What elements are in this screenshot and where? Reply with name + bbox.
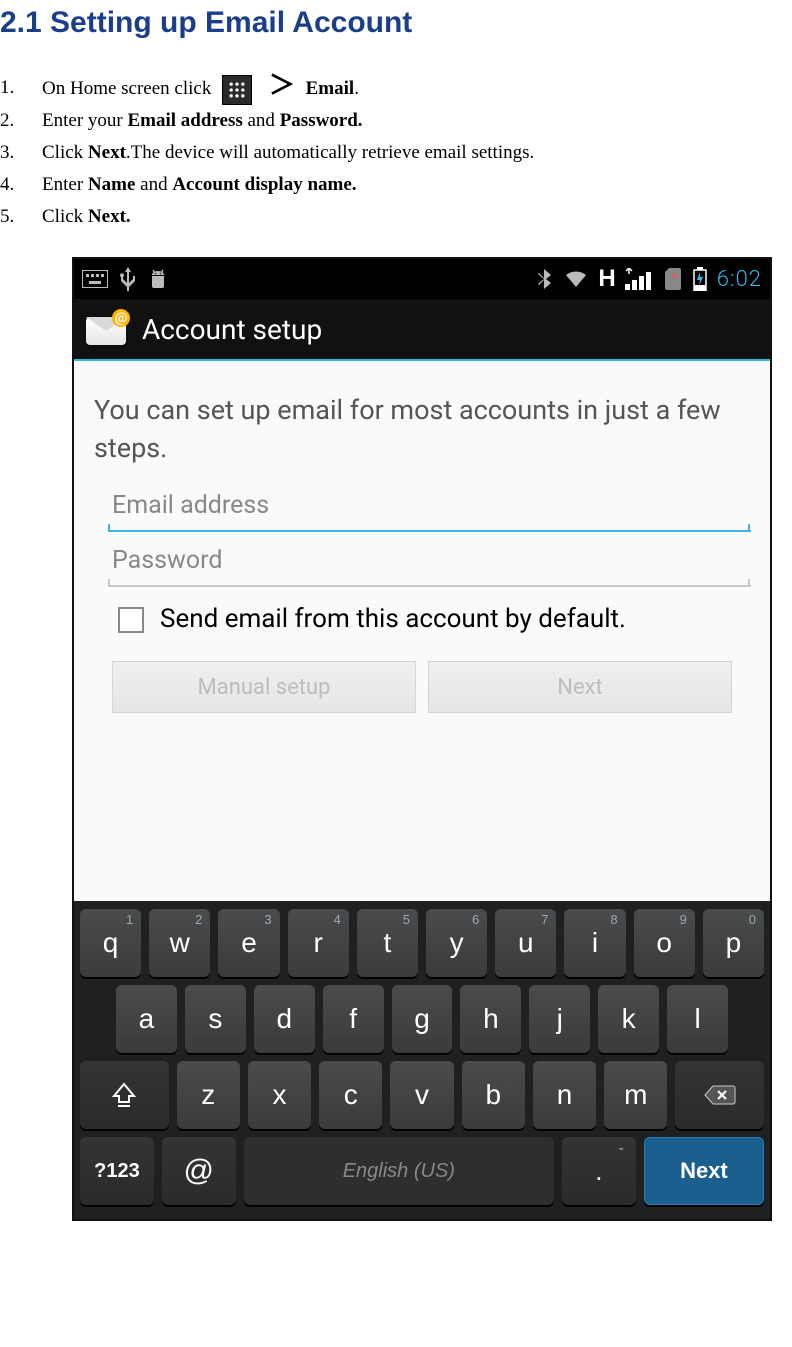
key-r[interactable]: 4r xyxy=(288,909,349,977)
key-n[interactable]: n xyxy=(533,1061,596,1129)
default-account-row: Send email from this account by default. xyxy=(94,589,750,643)
period-key[interactable]: -. xyxy=(562,1137,636,1205)
key-b[interactable]: b xyxy=(462,1061,525,1129)
email-field[interactable]: Email address xyxy=(108,481,751,532)
step-5: 5. Click Next. xyxy=(0,201,792,233)
chevron-right-icon: ＞ xyxy=(269,71,295,100)
step-1: 1. On Home screen click ＞ Email. xyxy=(0,70,792,105)
default-account-label: Send email from this account by default. xyxy=(160,603,626,635)
password-field[interactable]: Password xyxy=(108,536,751,587)
key-j[interactable]: j xyxy=(529,985,590,1053)
key-u[interactable]: 7u xyxy=(495,909,556,977)
shift-key[interactable] xyxy=(80,1061,169,1129)
key-z[interactable]: z xyxy=(177,1061,240,1129)
email-app-icon: @ xyxy=(86,313,126,345)
key-h[interactable]: h xyxy=(460,985,521,1053)
key-o[interactable]: 9o xyxy=(634,909,695,977)
step-number: 4. xyxy=(0,169,42,201)
setup-instruction-text: You can set up email for most accounts i… xyxy=(94,391,750,467)
keyboard-notification-icon xyxy=(82,270,108,288)
step-number: 5. xyxy=(0,201,42,233)
key-k[interactable]: k xyxy=(598,985,659,1053)
step-text: Enter Name and Account display name. xyxy=(42,169,357,201)
step-text: Enter your Email address and Password. xyxy=(42,105,363,137)
step-number: 1. xyxy=(0,72,42,104)
step-text: On Home screen click ＞ Email. xyxy=(42,70,359,105)
app-header: @ Account setup xyxy=(74,299,770,361)
key-g[interactable]: g xyxy=(392,985,453,1053)
account-setup-body: You can set up email for most accounts i… xyxy=(74,361,770,901)
svg-text:×: × xyxy=(671,269,677,283)
status-clock: 6:02 xyxy=(717,267,762,292)
key-s[interactable]: s xyxy=(185,985,246,1053)
section-heading: 2.1 Setting up Email Account xyxy=(0,6,792,40)
key-e[interactable]: 3e xyxy=(218,909,279,977)
email-field-wrap: Email address xyxy=(94,481,750,532)
key-q[interactable]: 1q xyxy=(80,909,141,977)
keyboard-next-key[interactable]: Next xyxy=(644,1137,764,1205)
apps-grid-icon xyxy=(222,75,252,105)
key-d[interactable]: d xyxy=(254,985,315,1053)
wifi-icon xyxy=(564,269,588,289)
key-f[interactable]: f xyxy=(323,985,384,1053)
key-t[interactable]: 5t xyxy=(357,909,418,977)
step-number: 2. xyxy=(0,105,42,137)
next-button[interactable]: Next xyxy=(428,661,732,713)
default-account-checkbox[interactable] xyxy=(118,607,144,633)
password-field-wrap: Password xyxy=(94,536,750,587)
key-l[interactable]: l xyxy=(667,985,728,1053)
step-2: 2. Enter your Email address and Password… xyxy=(0,105,792,137)
key-m[interactable]: m xyxy=(604,1061,667,1129)
usb-icon xyxy=(120,267,136,291)
step-number: 3. xyxy=(0,137,42,169)
key-i[interactable]: 8i xyxy=(564,909,625,977)
key-x[interactable]: x xyxy=(248,1061,311,1129)
status-bar: H × 6:02 xyxy=(74,259,770,299)
step-4: 4. Enter Name and Account display name. xyxy=(0,169,792,201)
key-y[interactable]: 6y xyxy=(426,909,487,977)
bluetooth-icon xyxy=(536,267,554,291)
key-p[interactable]: 0p xyxy=(703,909,764,977)
space-key[interactable]: English (US) xyxy=(244,1137,554,1205)
battery-charging-icon xyxy=(693,267,707,291)
key-a[interactable]: a xyxy=(116,985,177,1053)
step-3: 3. Click Next.The device will automatica… xyxy=(0,137,792,169)
step-text: Click Next. xyxy=(42,201,131,233)
onscreen-keyboard: 1q2w3e4r5t6y7u8i9o0p asdfghjkl zxcvbnm ?… xyxy=(74,901,770,1219)
at-key[interactable]: @ xyxy=(162,1137,236,1205)
step-text: Click Next.The device will automatically… xyxy=(42,137,534,169)
symbols-key[interactable]: ?123 xyxy=(80,1137,154,1205)
signal-icon xyxy=(625,268,655,290)
instruction-list: 1. On Home screen click ＞ Email. 2. Ente… xyxy=(0,70,792,233)
android-screenshot: H × 6:02 @ Account setup xyxy=(72,257,772,1221)
network-type-indicator: H xyxy=(598,265,614,293)
android-debug-icon xyxy=(148,268,168,290)
app-header-title: Account setup xyxy=(142,313,322,346)
key-v[interactable]: v xyxy=(390,1061,453,1129)
backspace-key[interactable] xyxy=(675,1061,764,1129)
manual-setup-button[interactable]: Manual setup xyxy=(112,661,416,713)
no-sim-icon: × xyxy=(665,268,683,290)
key-c[interactable]: c xyxy=(319,1061,382,1129)
key-w[interactable]: 2w xyxy=(149,909,210,977)
